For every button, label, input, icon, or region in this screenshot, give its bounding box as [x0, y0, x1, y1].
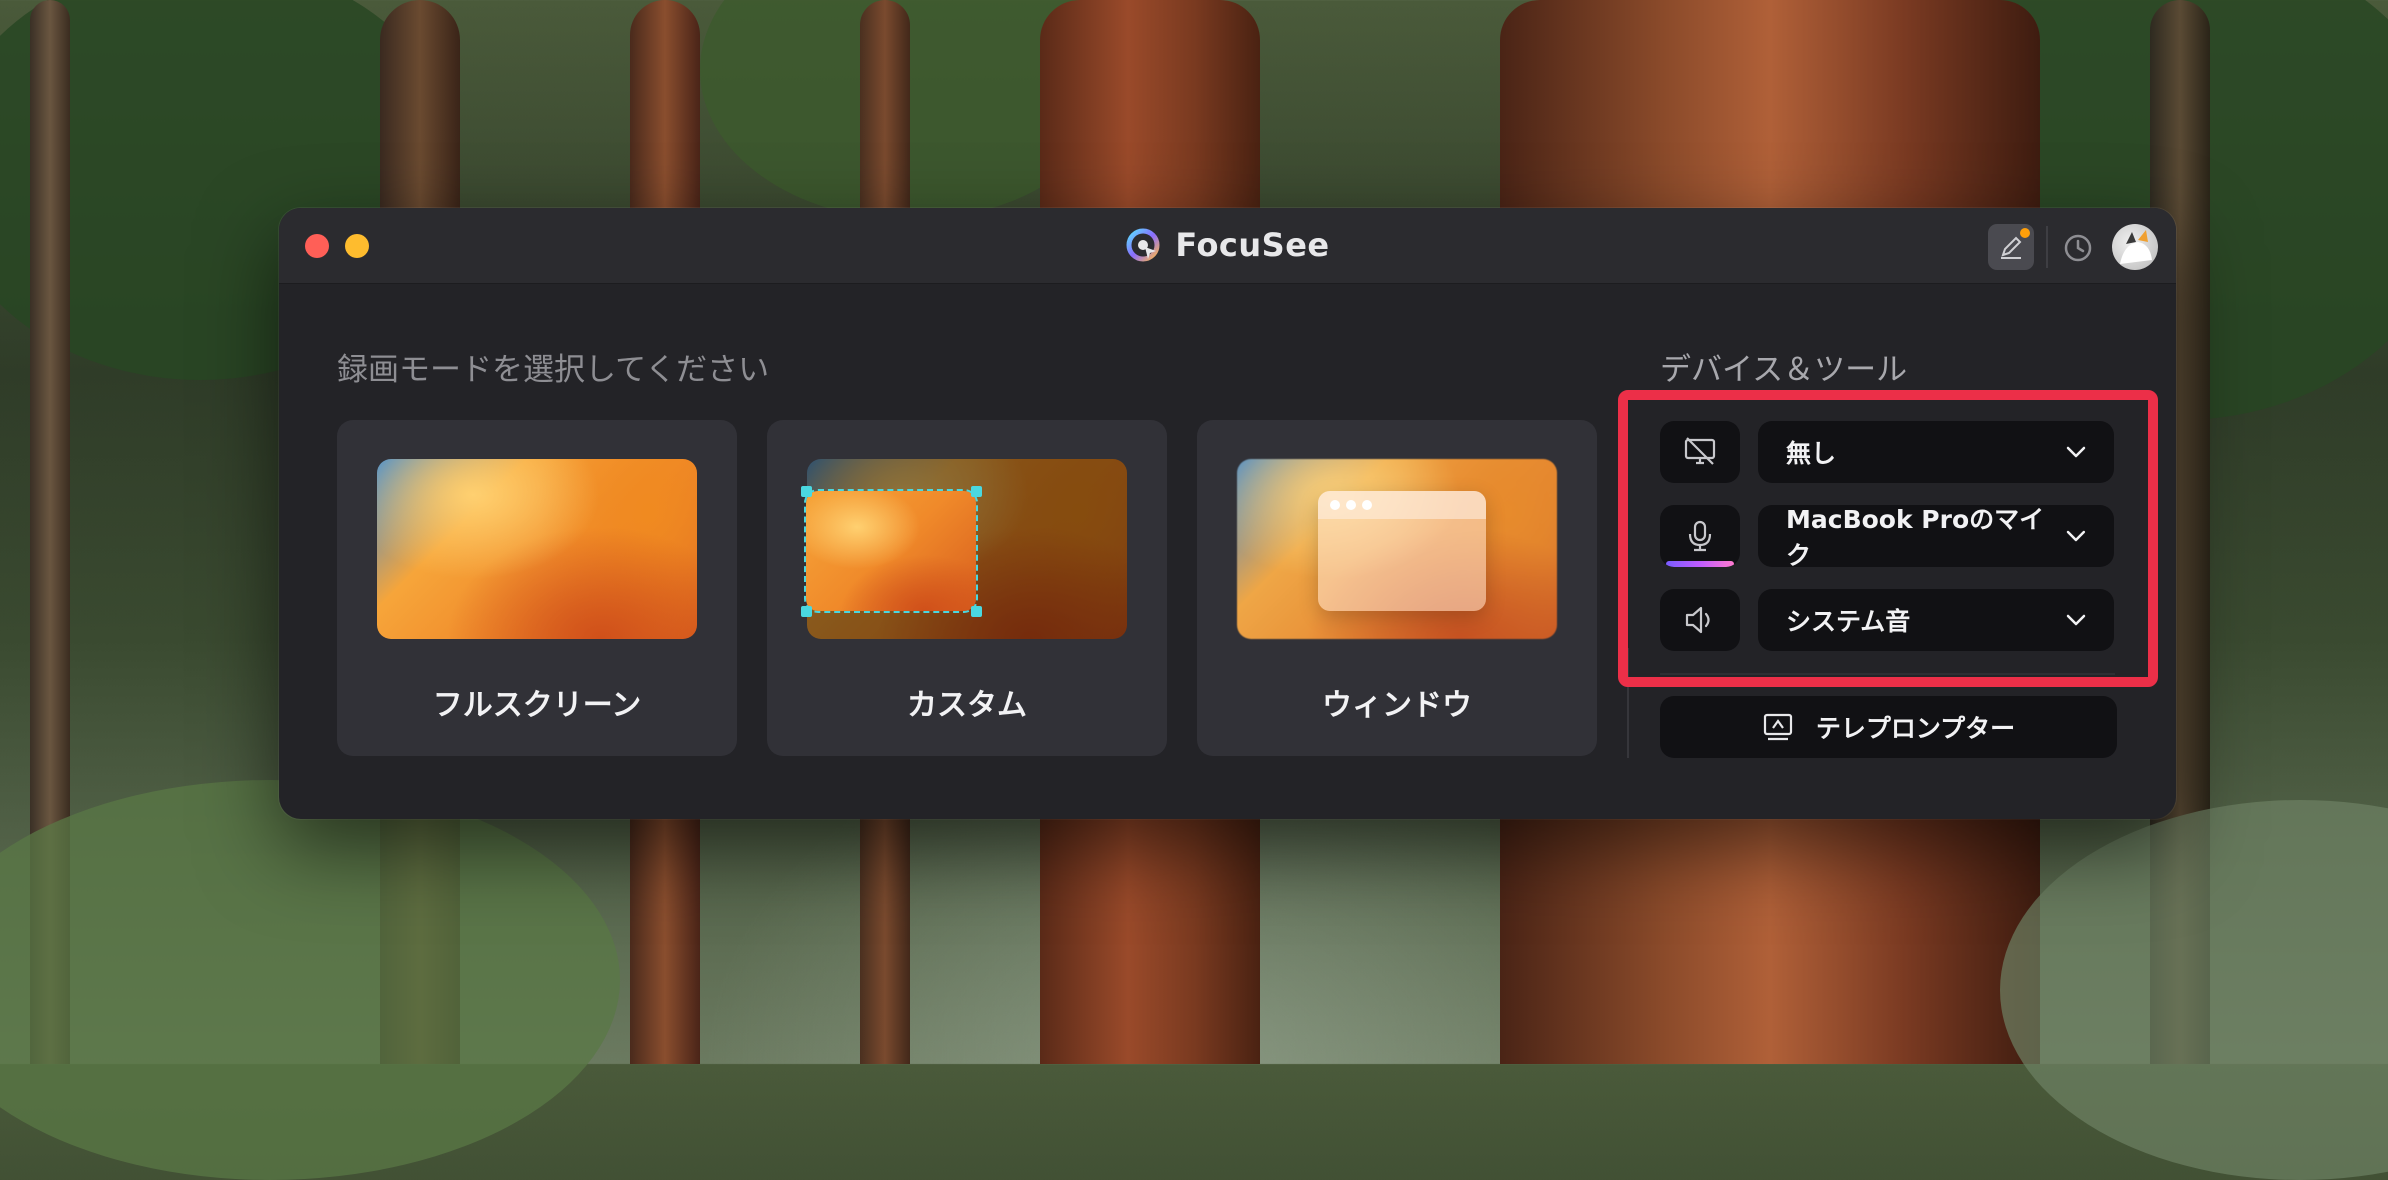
camera-select[interactable]: 無し [1758, 421, 2114, 483]
camera-toggle-button[interactable] [1660, 421, 1740, 483]
panel-divider [1627, 648, 1629, 758]
title-bar: FocuSee [279, 208, 2176, 284]
speaker-icon [1685, 606, 1710, 634]
devices-tools-heading: デバイス＆ツール [1660, 352, 1908, 388]
annotation-tool-button[interactable] [1988, 224, 2034, 270]
mode-fullscreen-card[interactable]: フルスクリーン [337, 420, 737, 756]
mode-label: カスタム [907, 688, 1027, 723]
toolbar-separator [2046, 226, 2048, 268]
microphone-level-meter [1666, 561, 1734, 567]
camera-off-icon [1684, 437, 1716, 465]
microphone-icon [1688, 520, 1712, 552]
notification-dot [2020, 228, 2030, 238]
teleprompter-label: テレプロンプター [1815, 714, 2016, 743]
selection-handle [971, 486, 982, 497]
sample-window-dot [1330, 500, 1340, 510]
app-title: FocuSee [1175, 226, 1330, 264]
microphone-select[interactable]: MacBook Proのマイク [1758, 505, 2114, 570]
teleprompter-button[interactable]: テレプロンプター [1660, 696, 2117, 758]
chevron-down-icon [2066, 614, 2086, 626]
chevron-down-icon [2066, 530, 2086, 542]
app-brand: FocuSee [279, 226, 2176, 264]
system-audio-select-value: システム音 [1786, 607, 1911, 636]
mode-label: フルスクリーン [432, 688, 642, 723]
selection-handle [801, 606, 812, 617]
camera-select-value: 無し [1786, 439, 1837, 468]
history-clock-icon[interactable] [2062, 232, 2094, 264]
sample-window-bar [1318, 491, 1486, 519]
microphone-select-value: MacBook Proのマイク [1786, 505, 2045, 570]
speaker-toggle-button[interactable] [1660, 589, 1740, 651]
sample-window-dot [1346, 500, 1356, 510]
selection-handle [801, 486, 812, 497]
window-mode-sample-window [1318, 491, 1486, 611]
user-avatar[interactable] [2112, 224, 2158, 270]
system-audio-select[interactable]: システム音 [1758, 589, 2114, 651]
teleprompter-icon [1763, 713, 1792, 741]
recording-mode-heading: 録画モードを選択してください [337, 352, 770, 388]
avatar-illustration-icon [2120, 230, 2152, 264]
custom-selection-region [804, 489, 978, 613]
sample-window-dot [1362, 500, 1372, 510]
pen-icon [2001, 236, 2022, 259]
mode-label: ウィンドウ [1322, 688, 1472, 723]
fullscreen-preview-image [377, 459, 697, 639]
focusee-logo-icon [1126, 228, 1160, 262]
microphone-toggle-button[interactable] [1660, 505, 1740, 567]
app-window: FocuSee 録画モードを選択してください デバイス＆ツール フルスクリーン [279, 208, 2176, 819]
selection-handle [971, 606, 982, 617]
chevron-down-icon [2066, 446, 2086, 458]
devices-separator [1660, 673, 2115, 675]
